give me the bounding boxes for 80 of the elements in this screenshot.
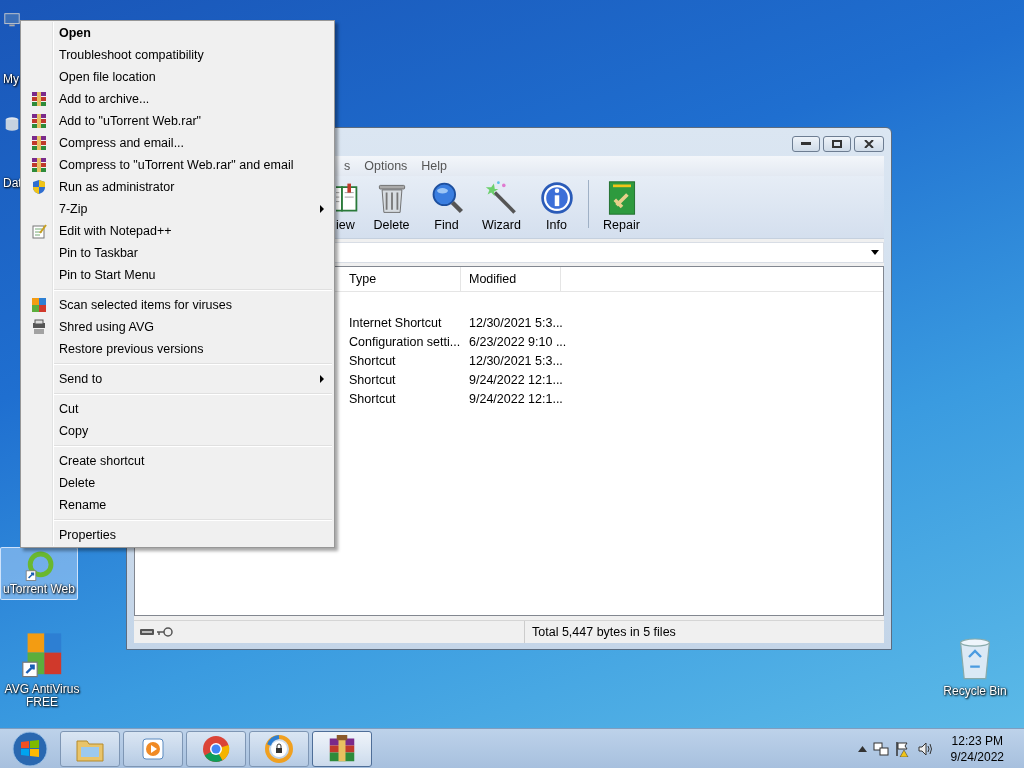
table-cell-text: Shortcut — [348, 391, 397, 406]
menu-bar-item[interactable]: Options — [357, 159, 415, 173]
info-icon — [538, 180, 575, 216]
menu-item[interactable]: Properties — [21, 524, 334, 546]
maximize-icon — [832, 140, 842, 148]
clock-time: 12:23 PM — [951, 732, 1003, 749]
menu-item[interactable]: Compress and email... — [21, 132, 334, 154]
table-cell-text: 9/24/2022 12:1... — [468, 391, 561, 406]
menu-item[interactable]: 7-Zip — [21, 198, 334, 220]
menu-bar-item[interactable]: s — [337, 159, 358, 173]
archive-icon — [328, 734, 356, 763]
menu-item[interactable]: Troubleshoot compatibility — [21, 44, 334, 66]
windows-logo-icon — [12, 730, 48, 767]
key-icon — [157, 627, 173, 637]
minimize-icon — [801, 142, 811, 146]
table-cell-text: Internet Shortcut — [348, 315, 443, 330]
menu-item[interactable]: Rename — [21, 494, 334, 516]
menu-item[interactable]: Restore previous versions — [21, 338, 334, 360]
menu-item[interactable]: Copy — [21, 420, 334, 442]
toolbar-button[interactable]: Delete — [364, 180, 419, 232]
taskbar-button[interactable] — [186, 730, 246, 767]
menu-item[interactable]: Pin to Start Menu — [21, 264, 334, 286]
table-cell-text: Shortcut — [348, 353, 397, 368]
table-cell-text: 12/30/2021 5:3... — [468, 315, 561, 330]
table-cell-text: Shortcut — [348, 372, 397, 387]
flag-icon[interactable] — [894, 740, 911, 757]
menu-item[interactable]: Pin to Taskbar — [21, 242, 334, 264]
menu-item[interactable]: Send to — [21, 368, 334, 390]
close-button[interactable] — [854, 136, 884, 152]
toolbar-button[interactable]: Find — [419, 180, 474, 232]
clock[interactable]: 12:23 PM 9/24/2022 — [950, 732, 1004, 765]
table-cell-text: 12/30/2021 5:3... — [468, 353, 561, 368]
menu-item[interactable]: Delete — [21, 472, 334, 494]
chrome-icon — [202, 734, 230, 763]
close-icon — [864, 140, 874, 148]
menu-item[interactable]: Add to archive... — [21, 88, 334, 110]
menu-bar-item[interactable]: Help — [414, 159, 455, 173]
archive-icon — [30, 135, 47, 151]
archive-icon — [30, 157, 47, 173]
speaker-icon[interactable] — [916, 740, 933, 757]
notepad-icon — [30, 223, 47, 239]
menu-item[interactable]: Run as administrator — [21, 176, 334, 198]
network-icon[interactable] — [872, 740, 889, 757]
menu-item[interactable]: Cut — [21, 398, 334, 420]
toolbar-button[interactable]: Wizard — [474, 180, 529, 232]
maximize-button[interactable] — [823, 136, 851, 152]
menu-item[interactable]: Add to "uTorrent Web.rar" — [21, 110, 334, 132]
menu-item[interactable]: Open file location — [21, 66, 334, 88]
menu-item[interactable]: Shred using AVG — [21, 316, 334, 338]
status-text: Total 5,447 bytes in 5 files — [524, 621, 676, 643]
drive-icon — [140, 628, 154, 636]
menu-item[interactable]: Create shortcut — [21, 450, 334, 472]
archive-icon — [30, 113, 47, 129]
archive-icon — [30, 91, 47, 107]
menu-item[interactable]: Compress to "uTorrent Web.rar" and email — [21, 154, 334, 176]
menu-item[interactable]: Scan selected items for viruses — [21, 294, 334, 316]
toolbar-button[interactable]: Repair — [594, 180, 649, 232]
browser-lock-icon — [265, 734, 293, 763]
taskbar-button[interactable] — [312, 730, 372, 767]
minimize-button[interactable] — [792, 136, 820, 152]
dropdown-caret-icon — [871, 250, 879, 255]
menu-item[interactable]: Open — [21, 22, 334, 44]
column-header[interactable]: Type — [341, 267, 461, 291]
column-header[interactable]: Modified — [461, 267, 561, 291]
show-hidden-icons-arrow-icon[interactable] — [857, 745, 867, 752]
avg-icon — [30, 297, 47, 313]
desktop-shortcut[interactable]: My — [0, 2, 20, 90]
taskbar-button[interactable] — [249, 730, 309, 767]
database-icon — [3, 115, 21, 133]
shield-icon — [30, 179, 47, 195]
clock-date: 9/24/2022 — [950, 748, 1004, 765]
media-player-icon — [140, 735, 166, 762]
desktop-shortcut[interactable]: Dat — [0, 106, 20, 194]
toolbar-button[interactable]: Info — [529, 180, 584, 232]
computer-icon — [3, 11, 21, 29]
table-cell-text: 9/24/2022 12:1... — [468, 372, 561, 387]
shredder-icon — [30, 319, 47, 335]
table-cell-text: Configuration setti... — [348, 334, 461, 349]
menu-item[interactable]: Edit with Notepad++ — [21, 220, 334, 242]
utorrent-icon — [23, 550, 55, 582]
